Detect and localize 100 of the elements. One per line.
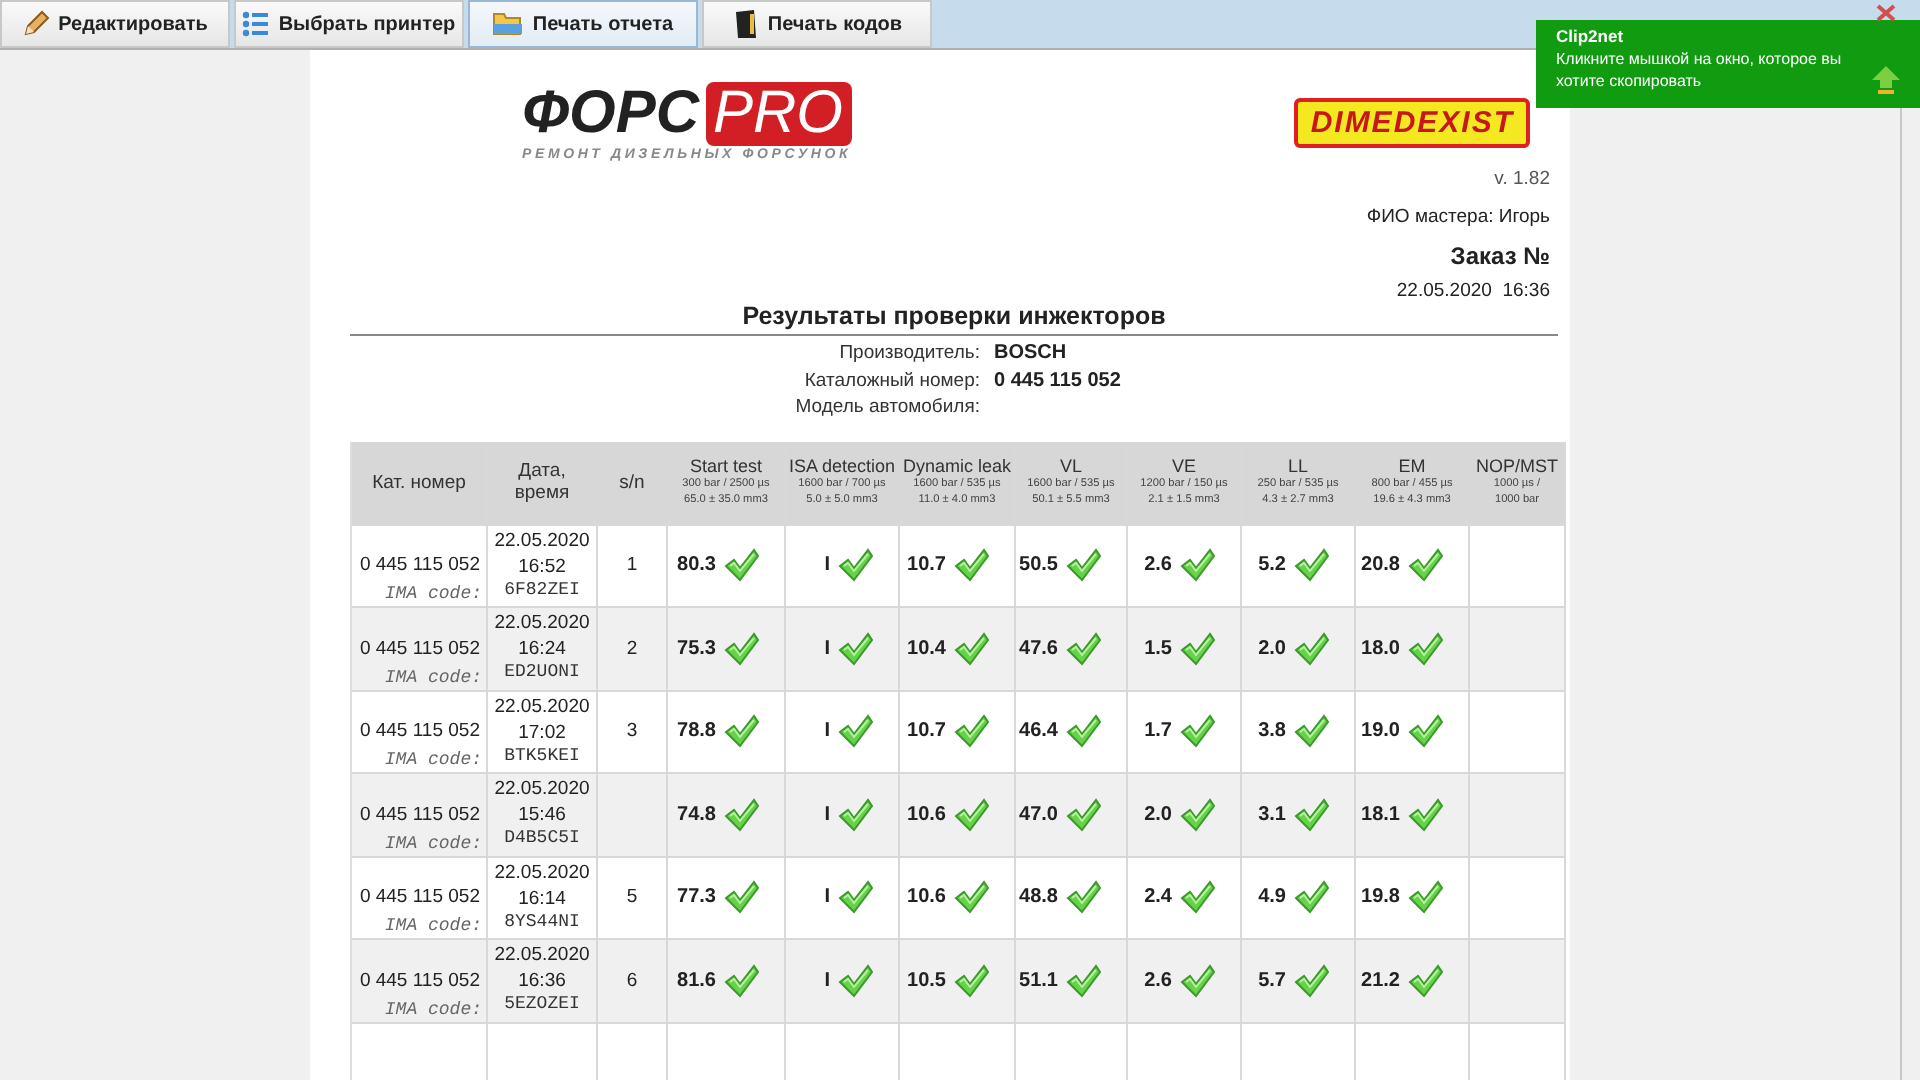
result-value: I: [824, 720, 830, 743]
part-number: 0 445 115 052: [357, 969, 482, 991]
column-header: Start test: [689, 456, 762, 476]
test-date: 22.05.2020: [494, 776, 590, 802]
serial-number: 2: [626, 637, 638, 660]
column-header: EM: [1398, 456, 1426, 476]
ima-label: IMA code:: [382, 584, 484, 604]
ima-code: BTK5KEI: [504, 745, 580, 765]
ima-code: 8YS44NI: [504, 911, 580, 931]
result-value: 19.0: [1361, 720, 1400, 743]
result-value: 1.5: [1144, 637, 1172, 660]
ima-code: ED2UONI: [504, 662, 580, 682]
serial-number: 5: [626, 886, 638, 909]
result-value: 3.8: [1258, 720, 1286, 743]
result-value: 20.8: [1361, 554, 1400, 577]
test-time: 16:14: [518, 885, 566, 911]
result-value: 47.0: [1019, 803, 1058, 826]
test-date: 22.05.2020: [494, 859, 590, 885]
serial-number: 6: [626, 969, 638, 992]
test-date: 22.05.2020: [494, 693, 590, 719]
result-value: 74.8: [677, 803, 716, 826]
toolbar-button[interactable]: Печать отчета: [468, 0, 698, 48]
result-value: 51.1: [1019, 969, 1058, 992]
notification-title: Clip2net: [1556, 26, 1626, 46]
result-value: I: [824, 554, 830, 577]
logo-badge: PRO: [705, 82, 852, 146]
info-label: Каталожный номер:: [802, 369, 980, 394]
close-icon[interactable]: [1876, 4, 1896, 22]
result-value: I: [824, 886, 830, 909]
result-value: I: [824, 637, 830, 660]
result-value: 2.0: [1258, 637, 1286, 660]
info-label: Производитель:: [837, 342, 980, 367]
result-value: 2.6: [1144, 969, 1172, 992]
result-value: 10.4: [907, 637, 946, 660]
result-value: 5.7: [1258, 969, 1286, 992]
toolbar-button[interactable]: Печать кодов: [702, 0, 932, 48]
result-value: 2.6: [1144, 554, 1172, 577]
result-value: 5.2: [1258, 554, 1286, 577]
test-date: 22.05.2020: [494, 942, 590, 968]
ima-code: D4B5C5I: [504, 828, 580, 848]
card-icon: [731, 8, 760, 40]
test-time: 16:52: [518, 553, 566, 579]
result-value: 78.8: [677, 720, 716, 743]
order-date: 22.05.2020 16:36: [1396, 280, 1550, 302]
logo-wordmark: ФОРС: [522, 82, 699, 146]
serial-number: 3: [626, 720, 638, 743]
result-value: I: [824, 969, 830, 992]
test-time: 15:46: [518, 802, 566, 828]
column-header: ISA detection: [788, 456, 896, 476]
column-header: Кат. номер: [352, 441, 488, 525]
part-number: 0 445 115 052: [357, 720, 482, 742]
info-value: 0 445 115 052: [994, 369, 1123, 394]
ima-label: IMA code:: [382, 667, 484, 687]
ima-code: 6F82ZEI: [504, 579, 580, 599]
folder-icon: [492, 10, 525, 38]
pencil-icon: [22, 10, 51, 38]
result-value: 77.3: [677, 886, 716, 909]
notification-popup[interactable]: Clip2net Кликните мышкой на окно, которое вы хотите скопировать: [1536, 20, 1920, 108]
report-title: Результаты проверки инжекторов: [350, 302, 1558, 336]
serial-number: 1: [626, 554, 638, 577]
result-value: 48.8: [1019, 886, 1058, 909]
result-value: I: [824, 803, 830, 826]
result-value: 21.2: [1361, 969, 1400, 992]
order-title: Заказ №: [1450, 242, 1550, 270]
column-header: VE: [1171, 456, 1196, 476]
result-value: 4.9: [1258, 886, 1286, 909]
toolbar-button[interactable]: Редактировать: [0, 0, 230, 48]
info-value: BOSCH: [994, 342, 1069, 367]
result-value: 2.4: [1144, 886, 1172, 909]
info-label: Модель автомобиля:: [793, 396, 980, 421]
result-value: 75.3: [677, 637, 716, 660]
column-header: VL: [1059, 456, 1082, 476]
test-date: 22.05.2020: [494, 610, 590, 636]
part-number: 0 445 115 052: [357, 637, 482, 659]
master-name: ФИО мастера: Игорь: [1366, 206, 1550, 228]
result-value: 2.0: [1144, 803, 1172, 826]
result-value: 1.7: [1144, 720, 1172, 743]
ima-label: IMA code:: [382, 750, 484, 770]
result-value: 47.6: [1019, 637, 1058, 660]
result-value: 10.7: [907, 554, 946, 577]
result-value: 10.6: [907, 803, 946, 826]
column-header: LL: [1287, 456, 1308, 476]
part-number: 0 445 115 052: [357, 554, 482, 576]
result-value: 10.5: [907, 969, 946, 992]
result-value: 10.6: [907, 886, 946, 909]
toolbar-button[interactable]: Выбрать принтер: [234, 0, 464, 48]
ima-label: IMA code:: [382, 833, 484, 853]
result-value: 18.0: [1361, 637, 1400, 660]
part-number: 0 445 115 052: [357, 886, 482, 908]
result-value: 46.4: [1019, 720, 1058, 743]
result-value: 19.8: [1361, 886, 1400, 909]
partner-logo: DIMEDEXIST: [1294, 98, 1530, 148]
result-value: 50.5: [1019, 554, 1058, 577]
column-header: Dynamic leak: [902, 456, 1012, 476]
result-value: 18.1: [1361, 803, 1400, 826]
result-value: 81.6: [677, 969, 716, 992]
column-header: s/n: [598, 441, 668, 525]
upload-arrow-icon: [1870, 64, 1902, 96]
result-value: 80.3: [677, 554, 716, 577]
column-header: NOP/MST: [1475, 456, 1558, 476]
